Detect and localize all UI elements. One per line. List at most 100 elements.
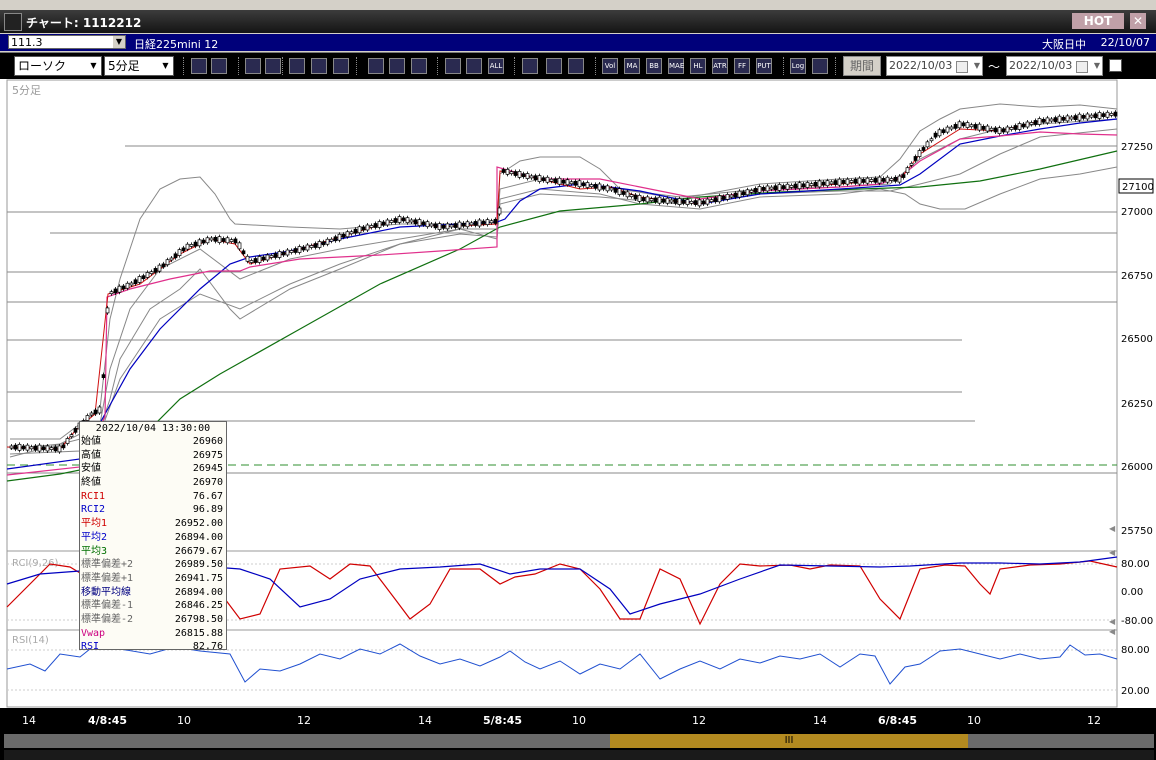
candle-body (985, 125, 990, 132)
candle-body (761, 186, 766, 191)
candle-body (1073, 115, 1078, 120)
chart-type-select[interactable]: ローソク ▼ (14, 56, 102, 76)
candle-a-button[interactable] (445, 58, 461, 74)
candle-body (229, 239, 234, 242)
scale-arrow-icon[interactable]: ◀ (1109, 617, 1116, 626)
tooltip-key: 標準偏差+2 (81, 559, 134, 571)
chevron-down-icon[interactable]: ▼ (1094, 57, 1100, 75)
candle-body (33, 445, 38, 451)
moving-average-2 (6, 118, 1118, 470)
calendar-icon[interactable] (956, 61, 968, 73)
candle-body (753, 188, 758, 193)
cursor-button[interactable] (389, 58, 405, 74)
time-tick: 14 (418, 714, 432, 727)
interval-select[interactable]: 5分足 ▼ (104, 56, 174, 76)
tooltip-value: 26894.00 (174, 531, 223, 543)
ma-button[interactable]: MA (624, 58, 640, 74)
calendar-icon[interactable] (1076, 61, 1088, 73)
bb-button[interactable]: BB (646, 58, 662, 74)
time-tick: 12 (1087, 714, 1101, 727)
scale-arrow-icon[interactable]: ◀ (1109, 548, 1116, 557)
candle-body (885, 176, 890, 183)
hl-button[interactable]: HL (690, 58, 706, 74)
candle-body (993, 127, 998, 133)
chevron-down-icon[interactable]: ▼ (87, 58, 100, 74)
mae-button[interactable]: MAE (668, 58, 684, 74)
export-button[interactable] (812, 58, 828, 74)
candle-body (905, 167, 910, 174)
hot-button[interactable]: HOT (1072, 13, 1124, 29)
chevron-down-icon[interactable]: ▼ (974, 57, 980, 75)
candle-body (693, 200, 698, 205)
blank-button[interactable] (333, 58, 349, 74)
candle-body (633, 194, 638, 200)
close-icon[interactable]: ✕ (1130, 13, 1146, 29)
all-button[interactable]: ALL (488, 58, 504, 74)
candle-body (925, 141, 930, 148)
bar-width-button[interactable] (211, 58, 227, 74)
tooltip-row: 終値 26970 (80, 476, 226, 490)
candle-body (889, 178, 894, 181)
draw-line-button[interactable] (289, 58, 305, 74)
scroll-thumb[interactable]: III (610, 734, 968, 748)
candle-body (405, 217, 410, 224)
candle-body (973, 124, 978, 129)
candle-body (453, 223, 458, 228)
candle-body (817, 180, 822, 188)
candle-body (897, 175, 902, 183)
candle-body (389, 220, 394, 223)
candle-body (893, 176, 898, 182)
pattern-button[interactable] (522, 58, 538, 74)
candle-body (117, 285, 122, 293)
candle-body (369, 225, 374, 228)
candle-body (1053, 117, 1058, 122)
candle-body (545, 176, 550, 183)
time-tick: 10 (572, 714, 586, 727)
date-from-field[interactable]: 2022/10/03 ▼ (886, 56, 983, 76)
candle-body (1077, 113, 1082, 121)
date-to-field[interactable]: 2022/10/03 ▼ (1006, 56, 1103, 76)
time-tick: 5/8:45 (483, 714, 522, 727)
rci-tick: 80.00 (1121, 559, 1150, 570)
candle-body (481, 220, 486, 225)
candle-body (1021, 123, 1026, 128)
candle-b-button[interactable] (466, 58, 482, 74)
chevron-down-icon[interactable]: ▼ (159, 58, 172, 74)
range-checkbox[interactable] (1109, 59, 1122, 72)
candle-body (361, 226, 366, 231)
candle-body (205, 237, 210, 244)
candle-body (937, 129, 942, 137)
candle-body (281, 251, 286, 256)
log-button[interactable]: Log (790, 58, 806, 74)
candle-body (257, 256, 262, 263)
palette-button[interactable] (568, 58, 584, 74)
candle-body (325, 238, 330, 245)
scale-arrow-icon[interactable]: ◀ (1109, 627, 1116, 636)
candle-body (1005, 126, 1010, 133)
ff-button[interactable]: FF (734, 58, 750, 74)
time-scrollbar[interactable]: III (0, 732, 1156, 760)
reset-button[interactable] (411, 58, 427, 74)
scroll-track[interactable] (4, 734, 1154, 748)
candle-body (637, 194, 642, 202)
vol-button[interactable]: Vol (602, 58, 618, 74)
bollinger-bands (9, 103, 1118, 458)
code-select[interactable]: 111.3 ▼ (8, 35, 126, 49)
atr-button[interactable]: ATR (712, 58, 728, 74)
draw-trend-button[interactable] (368, 58, 384, 74)
tooltip-row: 安値 26945 (80, 462, 226, 476)
candle-body (261, 256, 266, 261)
search-date-button[interactable] (265, 58, 281, 74)
period-button[interactable]: 期間 (843, 56, 881, 76)
time-tick: 4/8:45 (88, 714, 127, 727)
candle-body (105, 307, 110, 314)
candle-body (213, 236, 218, 242)
candle-body (349, 231, 354, 235)
color-pen-button[interactable] (546, 58, 562, 74)
scale-arrow-icon[interactable]: ◀ (1109, 524, 1116, 533)
candle-mode-button[interactable] (311, 58, 327, 74)
put-button[interactable]: PUT (756, 58, 772, 74)
zoom-button[interactable] (191, 58, 207, 74)
down-arrow-button[interactable] (245, 58, 261, 74)
chevron-down-icon[interactable]: ▼ (113, 36, 125, 48)
